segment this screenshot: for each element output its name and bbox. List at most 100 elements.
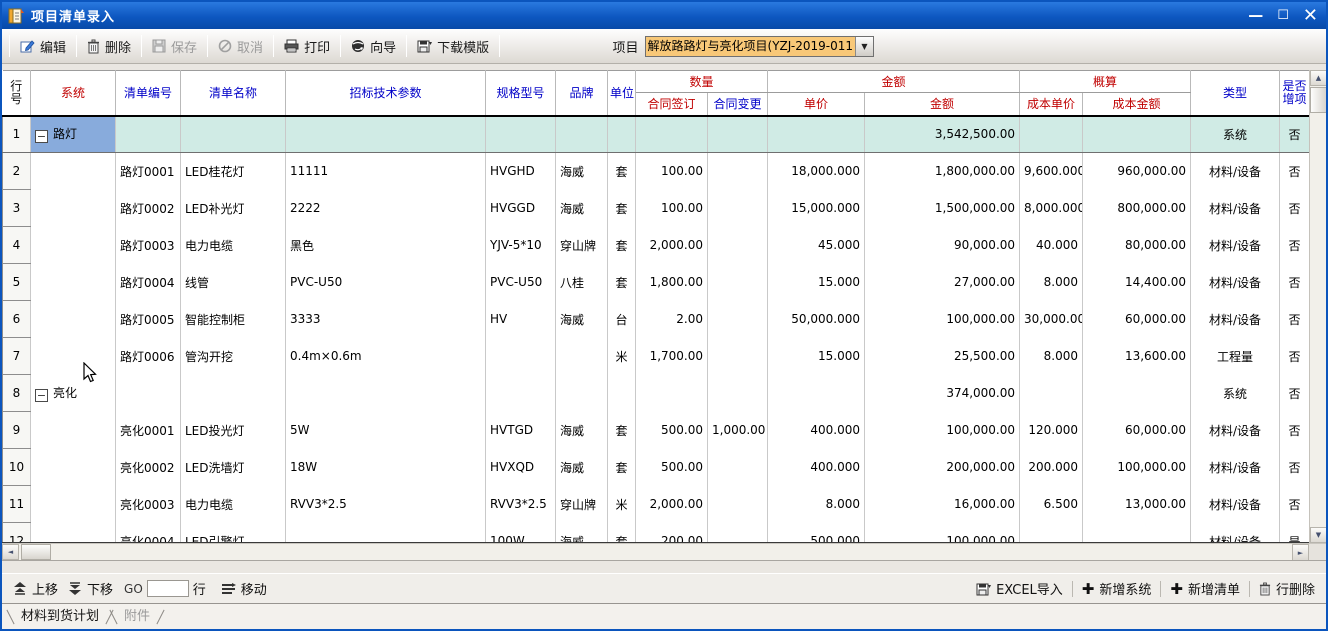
cell-code[interactable]: 亮化0002 [116, 449, 181, 486]
table-row[interactable]: 12亮化0004LED引擎灯100W海威套200.00500.000100,00… [3, 523, 1310, 544]
cell-sys[interactable] [31, 190, 116, 227]
cell-no[interactable]: 12 [3, 523, 31, 544]
cell-cprice[interactable]: 30,000.000 [1020, 301, 1083, 338]
cell-spec[interactable]: HV [486, 301, 556, 338]
cell-code[interactable] [116, 375, 181, 412]
cell-brand[interactable] [556, 375, 608, 412]
cell-price[interactable]: 15.000 [768, 264, 865, 301]
cell-sys[interactable] [31, 301, 116, 338]
cell-sys[interactable] [31, 523, 116, 544]
scroll-left-button[interactable]: ◄ [2, 544, 19, 560]
cell-chg[interactable] [708, 338, 768, 375]
cell-sys[interactable] [31, 264, 116, 301]
cell-brand[interactable] [556, 116, 608, 153]
cell-unit[interactable] [608, 116, 636, 153]
cell-chg[interactable] [708, 227, 768, 264]
table-row[interactable]: 2路灯0001LED桂花灯11111HVGHD海威套100.0018,000.0… [3, 153, 1310, 190]
cell-camt[interactable]: 14,400.00 [1083, 264, 1191, 301]
cell-brand[interactable]: 海威 [556, 412, 608, 449]
cell-price[interactable]: 15,000.000 [768, 190, 865, 227]
cell-extra[interactable]: 否 [1280, 412, 1309, 449]
cell-name[interactable]: 线管 [181, 264, 286, 301]
combo-dropdown-button[interactable]: ▼ [855, 37, 873, 56]
cell-type[interactable]: 材料/设备 [1191, 190, 1280, 227]
cell-chg[interactable] [708, 486, 768, 523]
excel-import-button[interactable]: EXCEL导入 [971, 577, 1068, 600]
move-up-button[interactable]: 上移 [8, 577, 63, 600]
cell-camt[interactable]: 960,000.00 [1083, 153, 1191, 190]
cell-sys[interactable] [31, 227, 116, 264]
move-button[interactable]: 移动 [216, 577, 272, 600]
cell-type[interactable]: 材料/设备 [1191, 523, 1280, 544]
close-button[interactable]: ✕ [1303, 8, 1318, 23]
collapse-minus-icon[interactable]: − [35, 389, 48, 402]
cell-param[interactable] [286, 375, 486, 412]
cell-type[interactable]: 材料/设备 [1191, 153, 1280, 190]
cell-chg[interactable]: 1,000.00 [708, 412, 768, 449]
cell-name[interactable]: LED补光灯 [181, 190, 286, 227]
cell-price[interactable]: 8.000 [768, 486, 865, 523]
cell-name[interactable]: LED引擎灯 [181, 523, 286, 544]
cell-unit[interactable]: 套 [608, 153, 636, 190]
cell-param[interactable] [286, 523, 486, 544]
cell-type[interactable]: 系统 [1191, 375, 1280, 412]
cell-param[interactable]: PVC-U50 [286, 264, 486, 301]
cell-type[interactable]: 材料/设备 [1191, 301, 1280, 338]
cell-price[interactable]: 50,000.000 [768, 301, 865, 338]
cell-qty[interactable] [636, 375, 708, 412]
cell-cprice[interactable]: 40.000 [1020, 227, 1083, 264]
horizontal-scroll-thumb[interactable] [21, 544, 51, 560]
cell-price[interactable]: 500.000 [768, 523, 865, 544]
add-list-button[interactable]: ✚ 新增清单 [1165, 577, 1245, 600]
cell-spec[interactable]: 100W [486, 523, 556, 544]
cell-type[interactable]: 系统 [1191, 116, 1280, 153]
cell-no[interactable]: 1 [3, 116, 31, 153]
cell-brand[interactable] [556, 338, 608, 375]
download-template-button[interactable]: 下载模版 [410, 34, 496, 59]
cell-camt[interactable]: 100,000.00 [1083, 449, 1191, 486]
cell-price[interactable] [768, 116, 865, 153]
cell-brand[interactable]: 海威 [556, 190, 608, 227]
cell-param[interactable]: 0.4m×0.6m [286, 338, 486, 375]
cell-brand[interactable]: 海威 [556, 153, 608, 190]
cell-amt[interactable]: 3,542,500.00 [865, 116, 1020, 153]
cell-name[interactable] [181, 375, 286, 412]
cell-no[interactable]: 2 [3, 153, 31, 190]
cell-qty[interactable]: 1,800.00 [636, 264, 708, 301]
scroll-right-button[interactable]: ► [1292, 544, 1309, 561]
cell-name[interactable]: 智能控制柜 [181, 301, 286, 338]
vertical-scroll-thumb[interactable] [1310, 87, 1327, 113]
row-delete-button[interactable]: 行删除 [1254, 577, 1320, 600]
cell-camt[interactable]: 60,000.00 [1083, 301, 1191, 338]
cell-unit[interactable]: 台 [608, 301, 636, 338]
scroll-up-button[interactable]: ▲ [1310, 70, 1327, 86]
go-row-input[interactable] [147, 580, 189, 597]
cell-extra[interactable]: 否 [1280, 449, 1309, 486]
cell-price[interactable]: 45.000 [768, 227, 865, 264]
cell-code[interactable]: 亮化0003 [116, 486, 181, 523]
cell-price[interactable]: 400.000 [768, 449, 865, 486]
cell-param[interactable]: 3333 [286, 301, 486, 338]
cell-amt[interactable]: 100,000.00 [865, 412, 1020, 449]
cell-cprice[interactable]: 8,000.000 [1020, 190, 1083, 227]
cell-qty[interactable]: 200.00 [636, 523, 708, 544]
cell-brand[interactable]: 穿山牌 [556, 227, 608, 264]
cell-qty[interactable] [636, 116, 708, 153]
cell-camt[interactable] [1083, 523, 1191, 544]
cell-chg[interactable] [708, 264, 768, 301]
horizontal-scrollbar[interactable]: ◄ ► [2, 543, 1326, 560]
cell-qty[interactable]: 2,000.00 [636, 227, 708, 264]
cell-camt[interactable]: 13,600.00 [1083, 338, 1191, 375]
cell-extra[interactable]: 否 [1280, 116, 1309, 153]
cell-cprice[interactable] [1020, 116, 1083, 153]
cell-no[interactable]: 5 [3, 264, 31, 301]
cell-type[interactable]: 材料/设备 [1191, 449, 1280, 486]
cell-price[interactable]: 400.000 [768, 412, 865, 449]
delete-button[interactable]: 删除 [80, 34, 138, 59]
cell-name[interactable] [181, 116, 286, 153]
cell-cprice[interactable]: 120.000 [1020, 412, 1083, 449]
cell-no[interactable]: 8 [3, 375, 31, 412]
cell-unit[interactable]: 套 [608, 523, 636, 544]
project-combobox[interactable]: 解放路路灯与亮化项目(YZJ-2019-011 ▼ [645, 36, 874, 57]
cell-name[interactable]: LED洗墙灯 [181, 449, 286, 486]
